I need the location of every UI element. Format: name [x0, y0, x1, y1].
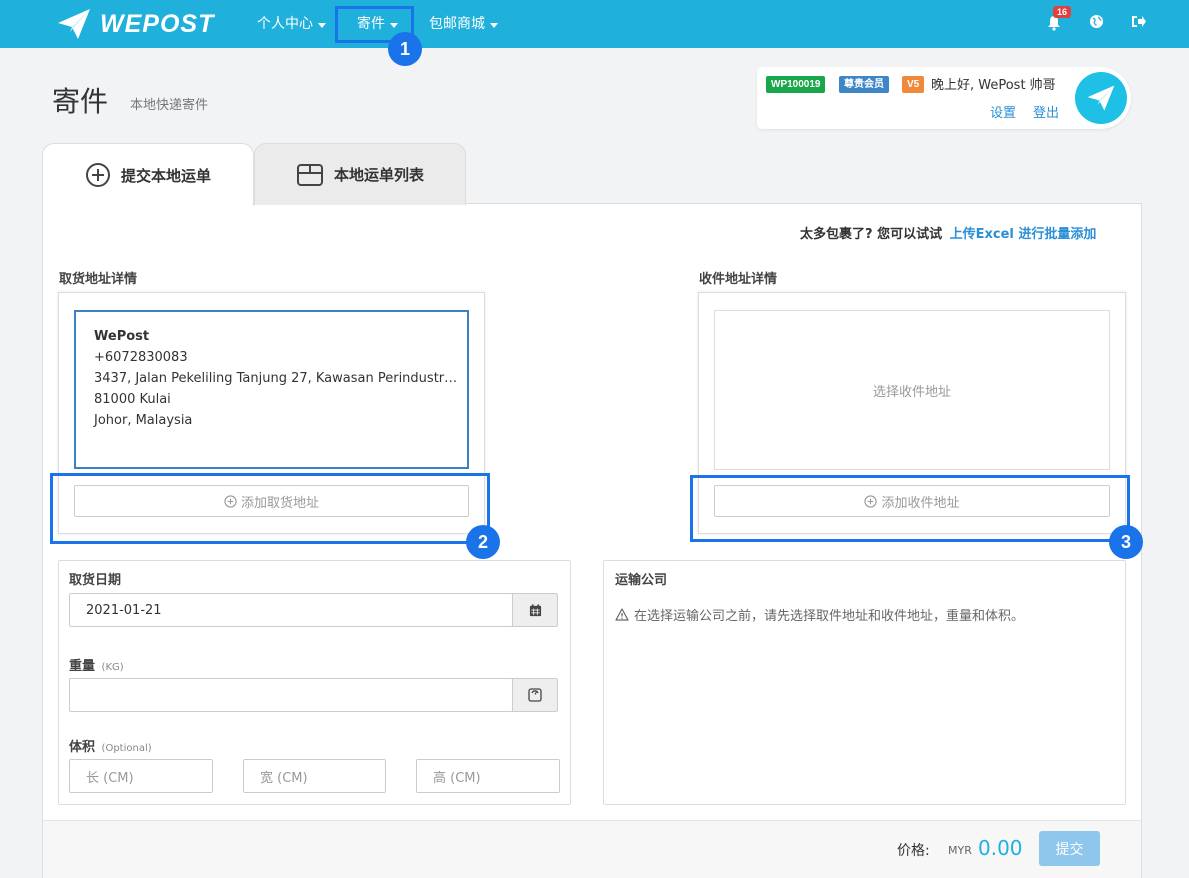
volume-optional: (Optional)	[101, 743, 152, 754]
pickup-address-card[interactable]: WePost +6072830083 3437, Jalan Pekelilin…	[74, 310, 469, 469]
pickup-section-label: 取货地址详情	[59, 272, 138, 287]
tab-list-label: 本地运单列表	[333, 166, 424, 184]
level-badge: V5	[902, 76, 925, 93]
volume-label-text: 体积	[69, 740, 96, 755]
page-subtitle: 本地快递寄件	[130, 98, 209, 113]
tab-submit-local-waybill[interactable]: 提交本地运单	[42, 143, 254, 206]
pickup-address-line2: 81000 Kulai	[94, 392, 171, 407]
currency-label: MYR	[948, 844, 972, 857]
user-id-badge: WP100019	[766, 76, 826, 93]
pickup-name: WePost	[94, 329, 150, 344]
height-placeholder: 高 (CM)	[433, 770, 481, 786]
nav-personal-center-label: 个人中心	[257, 15, 313, 32]
notification-count-badge: 16	[1053, 6, 1072, 18]
logout-link[interactable]: 登出	[1033, 102, 1059, 121]
highlight-box-2	[50, 473, 490, 544]
calendar-button[interactable]	[512, 593, 558, 627]
pickup-date-value: 2021-01-21	[86, 602, 162, 618]
select-recipient-address-area[interactable]: 选择收件地址	[714, 310, 1110, 470]
paper-plane-icon	[1087, 85, 1115, 111]
user-avatar[interactable]	[1071, 68, 1131, 128]
settings-link[interactable]: 设置	[990, 102, 1016, 121]
courier-label: 运输公司	[615, 573, 668, 588]
globe-icon[interactable]	[1089, 14, 1104, 29]
pickup-address-line1: 3437, Jalan Pekeliling Tanjung 27, Kawas…	[94, 371, 460, 386]
plus-circle-icon	[85, 163, 110, 187]
price-label: 价格:	[897, 843, 930, 859]
price-value: 0.00	[978, 836, 1023, 860]
length-input[interactable]: 长 (CM)	[69, 759, 213, 793]
bulk-upload-hint: 太多包裹了? 您可以试试 上传Excel 进行批量添加	[800, 223, 1096, 242]
notifications-button[interactable]: 16	[1045, 6, 1072, 33]
highlight-box-3	[690, 475, 1130, 542]
weight-unit: (KG)	[101, 662, 124, 673]
submit-button[interactable]: 提交	[1039, 831, 1100, 866]
nav-personal-center[interactable]: 个人中心	[257, 0, 326, 48]
tab-local-waybill-list[interactable]: 本地运单列表	[254, 143, 466, 205]
courier-box	[603, 560, 1126, 805]
recipient-placeholder: 选择收件地址	[872, 384, 951, 400]
box-icon	[296, 163, 323, 186]
step-marker-3: 3	[1109, 525, 1143, 559]
weight-label: 重量 (KG)	[69, 655, 124, 674]
length-placeholder: 长 (CM)	[86, 770, 134, 786]
nav-mall-label: 包邮商城	[429, 15, 485, 32]
caret-down-icon	[490, 22, 498, 28]
width-input[interactable]: 宽 (CM)	[243, 759, 386, 793]
height-input[interactable]: 高 (CM)	[416, 759, 560, 793]
weight-label-text: 重量	[69, 659, 96, 674]
step-marker-1: 1	[388, 32, 422, 66]
logout-icon[interactable]	[1131, 14, 1147, 29]
member-badge: 尊贵会员	[839, 76, 889, 93]
excel-upload-link[interactable]: 上传Excel 进行批量添加	[950, 227, 1097, 242]
avatar-circle	[1075, 72, 1127, 124]
paper-plane-logo-icon	[58, 9, 90, 39]
pickup-phone: +6072830083	[94, 350, 188, 365]
wepost-logo[interactable]: WEPOST	[56, 6, 214, 42]
courier-warning-text: 在选择运输公司之前，请先选择取件地址和收件地址，重量和体积。	[634, 609, 1025, 624]
courier-warning: 在选择运输公司之前，请先选择取件地址和收件地址，重量和体积。	[615, 605, 1024, 624]
nav-free-shipping-mall[interactable]: 包邮商城	[429, 0, 498, 48]
weight-input[interactable]	[69, 678, 513, 712]
user-card: WP100019 尊贵会员 V5 晚上好, WePost 帅哥 设置 登出	[757, 67, 1131, 129]
width-placeholder: 宽 (CM)	[260, 770, 308, 786]
recipient-section-label: 收件地址详情	[699, 272, 778, 287]
page-title: 寄件	[52, 85, 109, 118]
submit-label: 提交	[1055, 841, 1084, 858]
tab-submit-label: 提交本地运单	[120, 166, 211, 185]
bulk-hint-text: 太多包裹了? 您可以试试	[800, 227, 943, 242]
caret-down-icon	[318, 22, 326, 28]
pickup-date-label: 取货日期	[69, 573, 122, 588]
weight-scale-button[interactable]	[512, 678, 558, 712]
volume-label: 体积 (Optional)	[69, 736, 152, 755]
pickup-address-line3: Johor, Malaysia	[94, 413, 193, 428]
greeting-text: 晚上好, WePost 帅哥	[931, 78, 1056, 93]
top-navbar: WEPOST 个人中心 寄件 包邮商城 16	[0, 0, 1189, 48]
form-footer	[43, 820, 1141, 878]
step-marker-2: 2	[466, 525, 500, 559]
scale-icon	[528, 688, 542, 702]
logo-text: WEPOST	[100, 9, 215, 38]
warning-icon	[615, 608, 629, 621]
pickup-date-input[interactable]: 2021-01-21	[69, 593, 513, 627]
calendar-icon	[529, 603, 541, 616]
